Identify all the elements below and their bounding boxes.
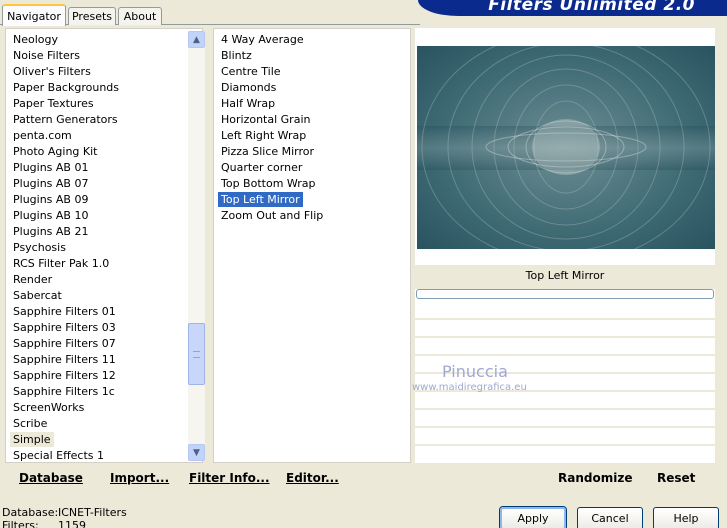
category-list-item[interactable]: Scribe — [10, 416, 50, 431]
category-list-item[interactable]: Sapphire Filters 03 — [10, 320, 119, 335]
watermark-url: www.maidiregrafica.eu — [412, 382, 527, 393]
filter-list-item[interactable]: Quarter corner — [218, 160, 305, 175]
filter-list-item[interactable]: Top Bottom Wrap — [218, 176, 319, 191]
product-banner: Filters Unlimited 2.0 — [418, 0, 727, 16]
divider — [415, 426, 715, 428]
filters-status: Filters: 1159 — [2, 519, 86, 528]
divider — [415, 318, 715, 320]
divider — [415, 444, 715, 446]
help-button[interactable]: Help — [653, 507, 719, 528]
category-list-item[interactable]: Sabercat — [10, 288, 65, 303]
category-list-item[interactable]: RCS Filter Pak 1.0 — [10, 256, 112, 271]
tab-navigator[interactable]: Navigator — [2, 4, 66, 26]
category-list-item[interactable]: Sapphire Filters 01 — [10, 304, 119, 319]
preview-image — [417, 46, 715, 249]
category-list-item[interactable]: Plugins AB 21 — [10, 224, 91, 239]
tab-bar: Navigator Presets About — [0, 0, 420, 26]
category-list-item[interactable]: Oliver's Filters — [10, 64, 94, 79]
right-action-bar: Randomize Reset — [415, 463, 715, 493]
filters-status-label: Filters: — [2, 519, 39, 528]
left-action-bar: Database Import... Filter Info... Editor… — [5, 463, 411, 493]
filter-list[interactable]: 4 Way Average Blintz Centre Tile Diamonds Ha… — [213, 28, 411, 463]
category-list-item[interactable]: Sapphire Filters 11 — [10, 352, 119, 367]
filter-list-item[interactable]: Pizza Slice Mirror — [218, 144, 317, 159]
arrow-up-icon[interactable]: ▲ — [188, 31, 205, 48]
divider — [415, 336, 715, 338]
preview-panel: Top Left Mirror — [415, 28, 715, 463]
filter-list-item[interactable]: Top Left Mirror — [218, 192, 303, 207]
import-button[interactable]: Import... — [110, 471, 169, 485]
category-list-item[interactable]: Sapphire Filters 07 — [10, 336, 119, 351]
category-list-item[interactable]: Plugins AB 09 — [10, 192, 91, 207]
category-list-item[interactable]: Render — [10, 272, 55, 287]
apply-button[interactable]: Apply — [500, 507, 566, 528]
filter-list-item[interactable]: Horizontal Grain — [218, 112, 313, 127]
divider — [415, 354, 715, 356]
category-list-item[interactable]: Sapphire Filters 1c — [10, 384, 118, 399]
product-title: Filters Unlimited 2.0 — [488, 0, 695, 15]
category-list-item[interactable]: Paper Backgrounds — [10, 80, 122, 95]
divider — [415, 408, 715, 410]
category-list-item[interactable]: Psychosis — [10, 240, 69, 255]
reset-button[interactable]: Reset — [657, 471, 695, 485]
filter-info-button[interactable]: Filter Info... — [189, 471, 270, 485]
category-list-item[interactable]: Special Effects 1 — [10, 448, 107, 463]
database-status-label: Database: — [2, 506, 59, 519]
filter-list-item[interactable]: Centre Tile — [218, 64, 284, 79]
category-list[interactable]: Neology Noise Filters Oliver's Filters Pape… — [5, 28, 205, 463]
category-list-item[interactable]: Plugins AB 07 — [10, 176, 91, 191]
filter-list-item[interactable]: Diamonds — [218, 80, 279, 95]
watermark-name: Pinuccia — [442, 362, 508, 381]
filters-status-value: 1159 — [58, 519, 86, 528]
database-status: Database:ICNET-Filters — [2, 506, 127, 519]
filter-list-item[interactable]: Left Right Wrap — [218, 128, 309, 143]
filter-list-item[interactable]: Blintz — [218, 48, 255, 63]
category-list-item[interactable]: Photo Aging Kit — [10, 144, 100, 159]
category-list-item[interactable]: penta.com — [10, 128, 75, 143]
category-list-item[interactable]: Neology — [10, 32, 61, 47]
tab-about[interactable]: About — [118, 7, 162, 25]
filter-list-item[interactable]: Zoom Out and Flip — [218, 208, 326, 223]
category-list-item[interactable]: Paper Textures — [10, 96, 97, 111]
filter-name-label: Top Left Mirror — [415, 265, 715, 289]
progress-bar — [416, 289, 714, 299]
filter-list-item[interactable]: 4 Way Average — [218, 32, 307, 47]
randomize-button[interactable]: Randomize — [558, 471, 632, 485]
filter-list-item[interactable]: Half Wrap — [218, 96, 278, 111]
category-scrollbar[interactable]: ▲ ▼ — [188, 31, 205, 461]
database-button[interactable]: Database — [19, 471, 83, 485]
category-list-item[interactable]: Sapphire Filters 12 — [10, 368, 119, 383]
category-list-item[interactable]: Plugins AB 10 — [10, 208, 91, 223]
grip-icon — [193, 351, 200, 358]
category-list-item[interactable]: Simple — [10, 432, 54, 447]
category-list-item[interactable]: Noise Filters — [10, 48, 83, 63]
scrollbar-thumb[interactable] — [188, 323, 205, 385]
database-status-value: ICNET-Filters — [58, 506, 127, 519]
tab-presets[interactable]: Presets — [68, 7, 116, 25]
category-list-item[interactable]: Plugins AB 01 — [10, 160, 91, 175]
category-list-item[interactable]: Pattern Generators — [10, 112, 121, 127]
cancel-button[interactable]: Cancel — [577, 507, 643, 528]
arrow-down-icon[interactable]: ▼ — [188, 444, 205, 461]
editor-button[interactable]: Editor... — [286, 471, 339, 485]
category-list-item[interactable]: ScreenWorks — [10, 400, 87, 415]
